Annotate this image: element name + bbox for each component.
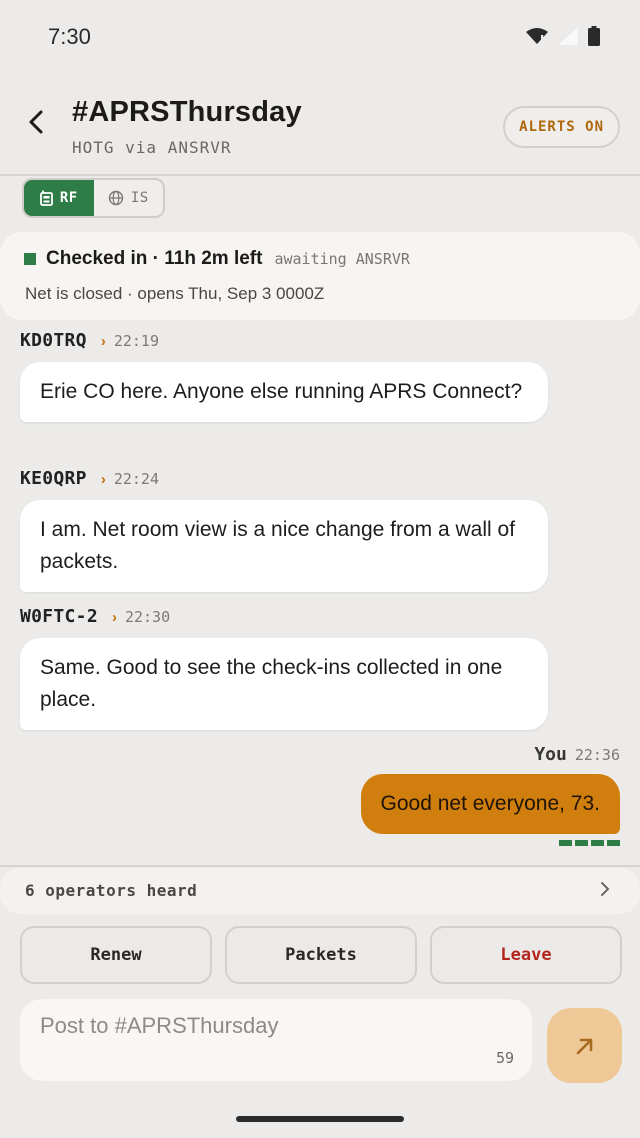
message-header: KD0TRQ › 22:19 bbox=[20, 330, 159, 351]
page-title: #APRSThursday bbox=[72, 96, 302, 128]
checkin-status: Checked in · 11h 2m left bbox=[46, 248, 263, 269]
checkin-card: Checked in · 11h 2m left awaiting ANSRVR… bbox=[0, 232, 640, 320]
battery-icon bbox=[588, 26, 600, 46]
chevron-right-icon: › bbox=[100, 333, 106, 350]
outgoing-sender: You bbox=[534, 744, 567, 765]
renew-button[interactable]: Renew bbox=[20, 926, 212, 984]
checked-in-indicator bbox=[24, 253, 36, 265]
chevron-right-icon: › bbox=[111, 609, 117, 626]
checkin-awaiting: awaiting ANSRVR bbox=[274, 250, 410, 268]
tab-rf-label: RF bbox=[59, 190, 78, 206]
send-arrow-icon bbox=[576, 1038, 592, 1054]
packets-button[interactable]: Packets bbox=[225, 926, 417, 984]
divider bbox=[0, 865, 640, 867]
chevron-right-icon bbox=[601, 882, 610, 896]
char-count: 59 bbox=[495, 1049, 514, 1067]
status-icons bbox=[526, 26, 600, 46]
message-bubble[interactable]: I am. Net room view is a nice change fro… bbox=[20, 500, 548, 592]
tab-rf[interactable]: RF bbox=[24, 180, 94, 216]
app-bar: #APRSThursday HOTG via ANSRVR ALERTS ON bbox=[0, 76, 640, 176]
back-button[interactable] bbox=[20, 106, 52, 138]
message-time: 22:30 bbox=[124, 608, 171, 626]
message-bubble[interactable]: Same. Good to see the check-ins collecte… bbox=[20, 638, 548, 730]
back-arrow-icon bbox=[29, 110, 43, 134]
net-status: Net is closed · opens Thu, Sep 3 0000Z bbox=[25, 284, 325, 303]
status-time: 7:30 bbox=[48, 24, 91, 49]
tab-is[interactable]: IS bbox=[94, 180, 164, 216]
gesture-bar[interactable] bbox=[236, 1116, 404, 1122]
chevron-right-icon: › bbox=[100, 471, 106, 488]
operators-heard-label: 6 operators heard bbox=[25, 881, 198, 900]
radio-icon bbox=[39, 190, 53, 206]
message-header: W0FTC-2 › 22:30 bbox=[20, 606, 170, 627]
outgoing-header: You 22:36 bbox=[534, 744, 620, 765]
tab-is-label: IS bbox=[130, 190, 149, 206]
send-button[interactable] bbox=[547, 1008, 622, 1083]
delivery-status-indicator bbox=[559, 840, 620, 846]
message-time: 22:19 bbox=[113, 332, 159, 350]
message-time: 22:24 bbox=[113, 470, 159, 488]
page-subtitle: HOTG via ANSRVR bbox=[72, 138, 232, 157]
leave-button[interactable]: Leave bbox=[430, 926, 622, 984]
operators-heard-row[interactable]: 6 operators heard bbox=[0, 868, 640, 914]
outgoing-time: 22:36 bbox=[574, 746, 620, 764]
alerts-toggle-button[interactable]: ALERTS ON bbox=[503, 106, 620, 148]
status-bar: 7:30 bbox=[0, 0, 640, 76]
message-header: KE0QRP › 22:24 bbox=[20, 468, 159, 489]
globe-icon bbox=[108, 190, 124, 206]
message-input[interactable] bbox=[40, 1013, 510, 1039]
source-toggle: RF IS bbox=[22, 178, 165, 218]
message-callsign[interactable]: W0FTC-2 bbox=[20, 606, 98, 627]
action-buttons: Renew Packets Leave bbox=[20, 926, 622, 984]
message-bubble[interactable]: Erie CO here. Anyone else running APRS C… bbox=[20, 362, 548, 422]
wifi-icon bbox=[526, 28, 548, 44]
outgoing-bubble[interactable]: Good net everyone, 73. bbox=[360, 774, 620, 834]
signal-icon bbox=[558, 27, 578, 45]
composer: 59 bbox=[20, 999, 532, 1081]
message-callsign[interactable]: KE0QRP bbox=[20, 468, 87, 489]
message-callsign[interactable]: KD0TRQ bbox=[20, 330, 87, 351]
